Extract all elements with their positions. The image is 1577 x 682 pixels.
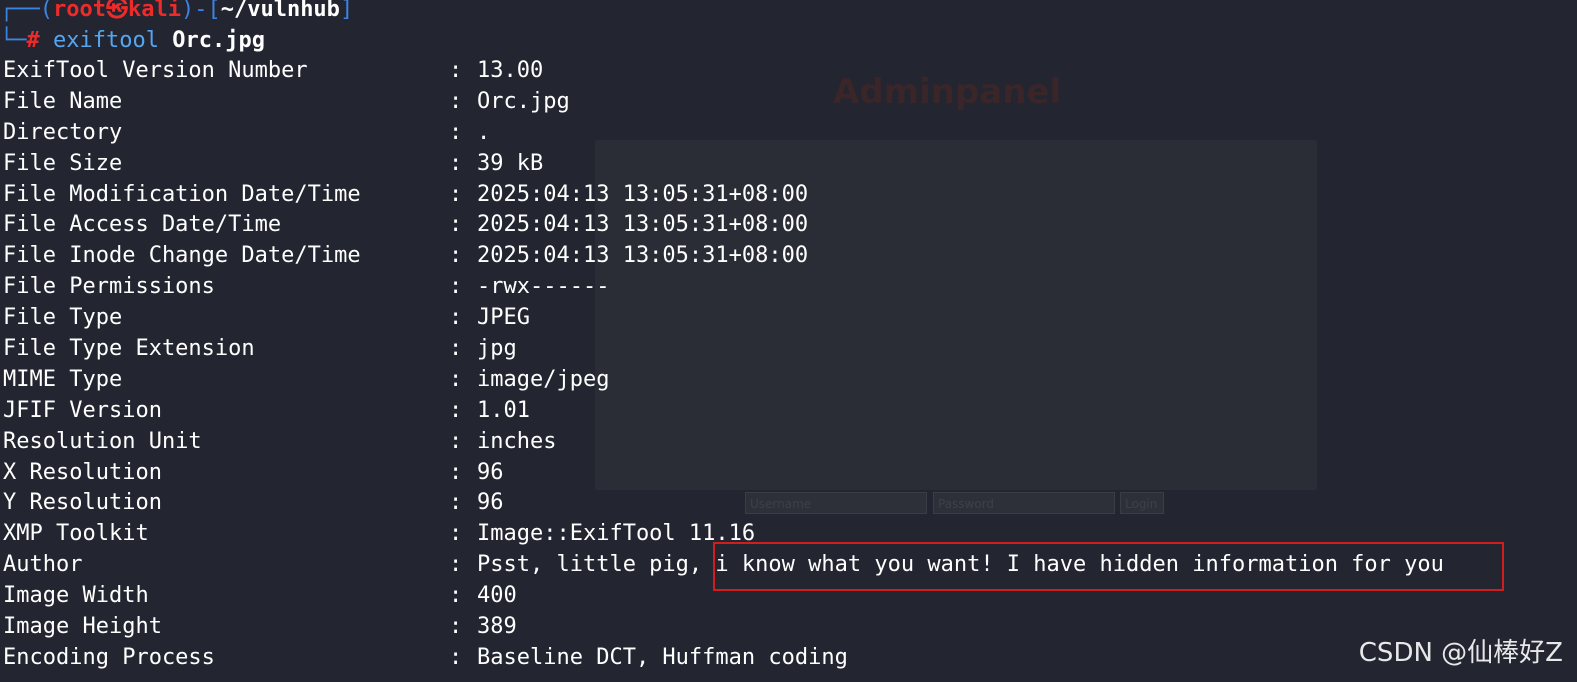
output-row: File Access Date/Time: 2025:04:13 13:05:… (3, 210, 1444, 241)
output-separator: : (449, 88, 476, 114)
output-value: 96 (477, 459, 504, 485)
command-argument: Orc.jpg (172, 28, 265, 53)
prompt-line-1: ┌──(root㉿kali)-[~/vulnhub] (0, 0, 353, 25)
output-value: 2025:04:13 13:05:31+08:00 (477, 243, 809, 269)
output-key: Y Resolution (3, 490, 162, 516)
output-separator: : (449, 614, 476, 640)
output-value: Orc.jpg (477, 88, 570, 114)
output-separator: : (449, 243, 476, 269)
output-key: JFIF Version (3, 397, 162, 423)
output-value: 2025:04:13 13:05:31+08:00 (477, 181, 809, 207)
output-row: File Name: Orc.jpg (3, 87, 1444, 118)
prompt-hash: # (26, 28, 53, 53)
prompt-host: kali (127, 0, 181, 22)
output-key: XMP Toolkit (3, 521, 149, 547)
output-separator: : (449, 212, 476, 238)
output-separator: : (449, 274, 476, 300)
output-value: 2025:04:13 13:05:31+08:00 (477, 212, 809, 238)
output-separator: : (449, 119, 476, 145)
output-separator: : (449, 459, 476, 485)
output-separator: : (449, 552, 476, 578)
output-value: -rwx------ (477, 274, 610, 300)
output-key: File Type Extension (3, 336, 255, 362)
prompt-close: ] (339, 0, 354, 22)
output-key: Image Width (3, 583, 149, 609)
output-value: inches (477, 428, 557, 454)
output-value: jpg (477, 336, 517, 362)
output-value: . (477, 119, 491, 145)
terminal-window[interactable]: Adminpanel Username Password Login ┌──(r… (0, 0, 1577, 682)
output-row: Directory: . (3, 118, 1444, 149)
output-row: MIME Type: image/jpeg (3, 365, 1444, 396)
prompt-skull-icon: ㉿ (105, 0, 128, 22)
output-key: File Type (3, 305, 123, 331)
output-key: File Access Date/Time (3, 212, 282, 238)
output-separator: : (449, 428, 476, 454)
output-key: File Inode Change Date/Time (3, 243, 361, 269)
output-key: ExifTool Version Number (3, 58, 308, 83)
output-separator: : (449, 305, 476, 331)
output-key: File Modification Date/Time (3, 181, 361, 207)
author-highlight-box (713, 542, 1504, 591)
output-row: File Size: 39 kB (3, 149, 1444, 180)
output-key: File Permissions (3, 274, 215, 300)
output-row: X Resolution: 96 (3, 458, 1444, 489)
output-value: 13.00 (477, 58, 544, 83)
output-row: File Type Extension: jpg (3, 334, 1444, 365)
output-value: 96 (477, 490, 504, 516)
output-value: JPEG (477, 305, 530, 331)
output-row: File Type: JPEG (3, 303, 1444, 334)
output-separator: : (449, 644, 476, 670)
output-key: Author (3, 552, 83, 578)
output-value: Baseline DCT, Huffman coding (477, 644, 848, 670)
output-row: ExifTool Version Number: 13.00 (3, 56, 1444, 87)
output-key: File Size (3, 150, 123, 176)
output-separator: : (449, 583, 476, 609)
command-line[interactable]: └─# exiftool Orc.jpg (0, 25, 265, 56)
output-row: Encoding Process: Baseline DCT, Huffman … (3, 643, 1444, 674)
output-separator: : (449, 397, 476, 423)
output-row: File Permissions: -rwx------ (3, 272, 1444, 303)
output-value: image/jpeg (477, 366, 610, 392)
prompt-user: root (52, 0, 106, 22)
output-separator: : (449, 490, 476, 516)
prompt-open: ┌──( (0, 0, 53, 22)
output-row: File Inode Change Date/Time: 2025:04:13 … (3, 241, 1444, 272)
output-row: Image Height: 389 (3, 612, 1444, 643)
output-separator: : (449, 181, 476, 207)
output-value: 400 (477, 583, 517, 609)
output-key: File Name (3, 88, 123, 114)
prompt-mid: )-[ (180, 0, 221, 22)
output-key: Directory (3, 119, 123, 145)
command-name: exiftool (53, 28, 173, 53)
output-key: X Resolution (3, 459, 162, 485)
output-row: Y Resolution: 96 (3, 488, 1444, 519)
output-key: Encoding Process (3, 644, 215, 670)
output-value: 39 kB (477, 150, 544, 176)
prompt-cwd: ~/vulnhub (220, 0, 340, 22)
output-row: File Modification Date/Time: 2025:04:13 … (3, 180, 1444, 211)
output-separator: : (449, 150, 476, 176)
prompt-line2-prefix: └─ (0, 28, 27, 53)
output-key: Image Height (3, 614, 162, 640)
output-key: MIME Type (3, 366, 123, 392)
output-separator: : (449, 58, 476, 83)
csdn-watermark: CSDN @仙棒好Z (1358, 638, 1563, 668)
output-separator: : (449, 336, 476, 362)
output-row: Resolution Unit: inches (3, 427, 1444, 458)
output-key: Resolution Unit (3, 428, 202, 454)
output-separator: : (449, 366, 476, 392)
output-row: JFIF Version: 1.01 (3, 396, 1444, 427)
output-separator: : (449, 521, 476, 547)
output-value: 1.01 (477, 397, 530, 423)
output-value: 389 (477, 614, 517, 640)
